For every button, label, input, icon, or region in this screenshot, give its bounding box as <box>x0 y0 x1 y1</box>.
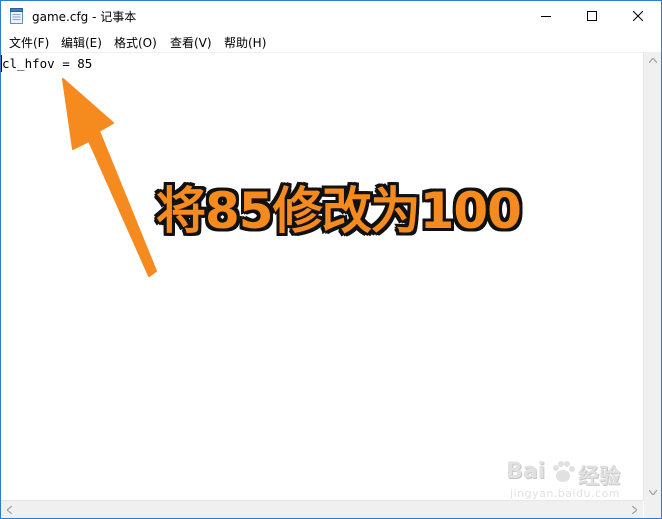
baidu-watermark: Bai 经验 jingyan.baidu.com <box>506 459 636 504</box>
watermark-url: jingyan.baidu.com <box>510 487 621 500</box>
minimize-button[interactable] <box>523 1 569 31</box>
menu-view[interactable]: 查看(V) <box>170 34 212 51</box>
window-title: game.cfg - 记事本 <box>32 10 137 24</box>
watermark-jingyan: 经验 <box>578 464 620 488</box>
menu-help[interactable]: 帮助(H) <box>224 34 266 51</box>
editor-line: cl_hfov = 85 <box>2 56 93 71</box>
title-bar[interactable]: game.cfg - 记事本 <box>1 1 661 31</box>
maximize-icon <box>587 11 597 21</box>
menu-bar: 文件(F) 编辑(E) 格式(O) 查看(V) 帮助(H) <box>1 31 661 51</box>
chevron-right-icon <box>632 505 637 514</box>
maximize-button[interactable] <box>569 1 615 31</box>
menu-edit[interactable]: 编辑(E) <box>61 34 102 51</box>
paw-icon <box>553 461 575 482</box>
notepad-icon <box>10 8 23 24</box>
scroll-up-button[interactable] <box>644 52 661 69</box>
close-icon <box>633 11 643 21</box>
watermark-brand: Bai <box>506 459 546 484</box>
minimize-icon <box>541 16 551 17</box>
menu-format[interactable]: 格式(O) <box>114 34 157 51</box>
scrollbar-corner <box>644 501 661 518</box>
chevron-up-icon <box>648 58 657 63</box>
chevron-down-icon <box>648 490 657 495</box>
vertical-scrollbar[interactable] <box>643 52 661 501</box>
annotation-caption: 将85修改为100 <box>156 182 522 240</box>
menu-file[interactable]: 文件(F) <box>9 34 49 51</box>
close-button[interactable] <box>615 1 661 31</box>
scroll-left-button[interactable] <box>1 501 18 518</box>
chevron-left-icon <box>7 505 12 514</box>
notepad-window: game.cfg - 记事本 文件(F) 编辑(E) 格式(O) 查看(V) 帮… <box>0 0 662 519</box>
scroll-down-button[interactable] <box>644 484 661 501</box>
